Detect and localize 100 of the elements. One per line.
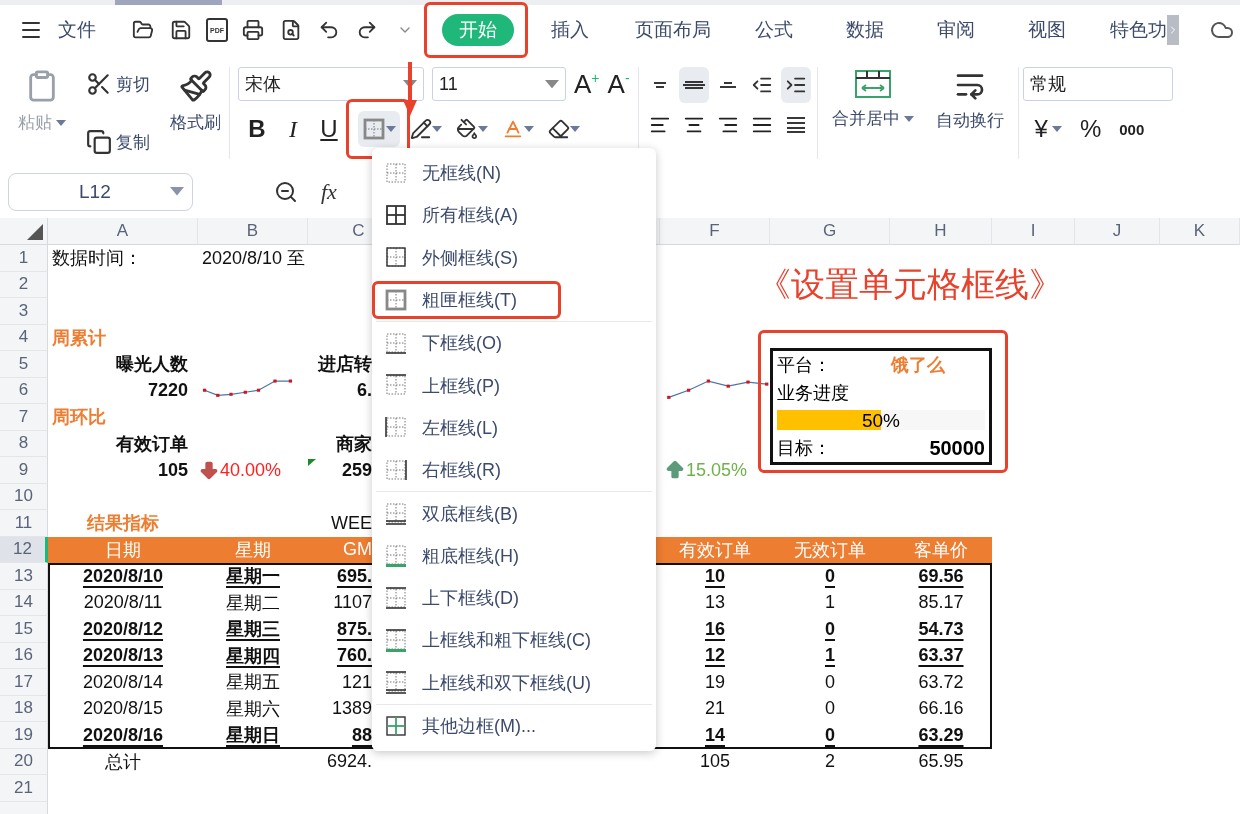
column-header[interactable]: F: [660, 218, 770, 245]
ribbon-tab[interactable]: 插入: [551, 14, 589, 46]
corner-triangle-icon: [27, 224, 43, 240]
column-header[interactable]: H: [890, 218, 992, 245]
table-cell-text: 63.37: [917, 644, 965, 668]
menu-item[interactable]: 右框线(R): [376, 449, 652, 492]
column-header[interactable]: J: [1075, 218, 1160, 245]
row-header[interactable]: 6: [0, 377, 48, 404]
table-cell-text: 19: [704, 670, 726, 694]
cut-button[interactable]: 剪切: [84, 67, 152, 101]
align-middle-button[interactable]: [678, 67, 709, 103]
distribute-icon: [786, 117, 805, 133]
row-header[interactable]: 5: [0, 351, 48, 378]
ribbon-tab[interactable]: 视图: [1028, 14, 1066, 46]
wrap-text-button[interactable]: 自动换行: [931, 67, 1008, 159]
row-header[interactable]: 16: [0, 642, 48, 669]
menu-item[interactable]: 双底框线(B): [376, 492, 652, 535]
menu-item[interactable]: 无框线(N): [376, 152, 652, 195]
table-cell-text: 105: [698, 750, 731, 774]
row-header[interactable]: 13: [0, 563, 48, 590]
eraser-icon: [548, 118, 570, 140]
row-header[interactable]: 8: [0, 430, 48, 457]
caret-icon: [56, 119, 66, 126]
table-cell-text: 2020/8/10: [81, 564, 165, 588]
column-title: 客单价: [913, 538, 969, 562]
table-cell-text: 0: [824, 723, 836, 747]
ribbon-tab[interactable]: 页面布局: [635, 14, 711, 46]
table-cell-text: 1: [824, 644, 836, 668]
menu-item[interactable]: 上框线(P): [376, 364, 652, 407]
menu-item[interactable]: 上下框线(D): [376, 576, 652, 620]
name-box[interactable]: L12: [8, 172, 193, 211]
merge-cells-icon: [853, 69, 892, 99]
indent-button[interactable]: [780, 67, 811, 103]
column-header[interactable]: A: [48, 218, 198, 245]
border-button[interactable]: [358, 111, 400, 147]
row-header[interactable]: 7: [0, 404, 48, 431]
table-cell-text: 6924.: [325, 750, 372, 774]
underline-button[interactable]: U: [314, 111, 344, 147]
column-header[interactable]: B: [198, 218, 308, 245]
row-header[interactable]: 11: [0, 510, 48, 537]
row-header[interactable]: 14: [0, 589, 48, 616]
border-style-icon: [384, 330, 408, 356]
row-header[interactable]: 18: [0, 695, 48, 722]
menu-item[interactable]: 粗匣框线(T): [376, 278, 652, 322]
merge-center-button[interactable]: 合并居中: [827, 67, 918, 159]
print-icon[interactable]: [240, 17, 266, 43]
menu-item[interactable]: 粗底框线(H): [376, 534, 652, 577]
row-header[interactable]: 1: [0, 245, 48, 272]
ribbon-tab[interactable]: 特色功: [1110, 14, 1167, 46]
table-cell-text: 2020/8/10 至: [201, 247, 307, 271]
format-painter-button[interactable]: 格式刷: [166, 67, 225, 159]
paint-bucket-icon: [456, 118, 478, 140]
row-header[interactable]: 2: [0, 271, 48, 298]
menu-item[interactable]: 其他边框(M)...: [376, 704, 652, 748]
table-cell-text: 16: [704, 617, 726, 641]
menu-item[interactable]: 下框线(O): [376, 322, 652, 365]
row-header[interactable]: 17: [0, 669, 48, 696]
bold-button[interactable]: B: [242, 111, 272, 147]
font-size-field[interactable]: 11: [432, 67, 566, 101]
table-cell-text: 121: [340, 670, 372, 694]
row-header[interactable]: 21: [0, 775, 48, 802]
table-cell-text: 总计: [104, 750, 142, 774]
grow-font-button[interactable]: A$^{+}$: [574, 68, 600, 100]
row-header[interactable]: 15: [0, 616, 48, 643]
font-name-field[interactable]: 宋体: [238, 67, 424, 101]
row-header[interactable]: 4: [0, 324, 48, 351]
row-header[interactable]: 20: [0, 748, 48, 775]
row-header[interactable]: 10: [0, 483, 48, 510]
table-cell-text: 2020/8/13: [81, 644, 165, 668]
table-cell-text: 69.56: [917, 564, 965, 588]
menu-item[interactable]: 上框线和双下框线(U): [376, 661, 652, 704]
select-all-corner[interactable]: [0, 218, 48, 245]
function-button[interactable]: fx: [321, 178, 337, 205]
ribbon-tab[interactable]: 数据: [846, 14, 884, 46]
shrink-font-button[interactable]: A$^{-}$: [607, 68, 630, 100]
number-format-field[interactable]: 常规: [1022, 67, 1173, 101]
row-header[interactable]: 9: [0, 457, 48, 484]
italic-button[interactable]: I: [278, 111, 308, 147]
copy-button[interactable]: 复制: [84, 125, 152, 159]
row-header[interactable]: 3: [0, 298, 48, 325]
percent-button[interactable]: %: [1077, 111, 1104, 147]
currency-button[interactable]: ¥: [1032, 111, 1064, 147]
menu-item[interactable]: 上框线和粗下框线(C): [376, 619, 652, 662]
table-cell-text: 760.: [335, 644, 372, 668]
border-style-icon: [384, 585, 408, 611]
file-menu[interactable]: 文件: [58, 17, 96, 43]
ribbon-tab[interactable]: 公式: [755, 14, 793, 46]
ribbon-tab[interactable]: 审阅: [937, 14, 975, 46]
row-header[interactable]: 12: [0, 536, 48, 563]
column-header[interactable]: G: [770, 218, 890, 245]
caret-icon: [432, 126, 442, 132]
thousands-button[interactable]: 000: [1117, 116, 1147, 142]
table-cell-text: 10: [704, 564, 726, 588]
menu-item[interactable]: 左框线(L): [376, 406, 652, 450]
table-cell-text: 63.72: [917, 670, 965, 694]
row-header[interactable]: 19: [0, 722, 48, 749]
column-header[interactable]: K: [1160, 218, 1240, 245]
table-cell-text: 星期二: [225, 591, 281, 615]
column-header[interactable]: I: [992, 218, 1075, 245]
border-style-icon: [384, 160, 408, 186]
